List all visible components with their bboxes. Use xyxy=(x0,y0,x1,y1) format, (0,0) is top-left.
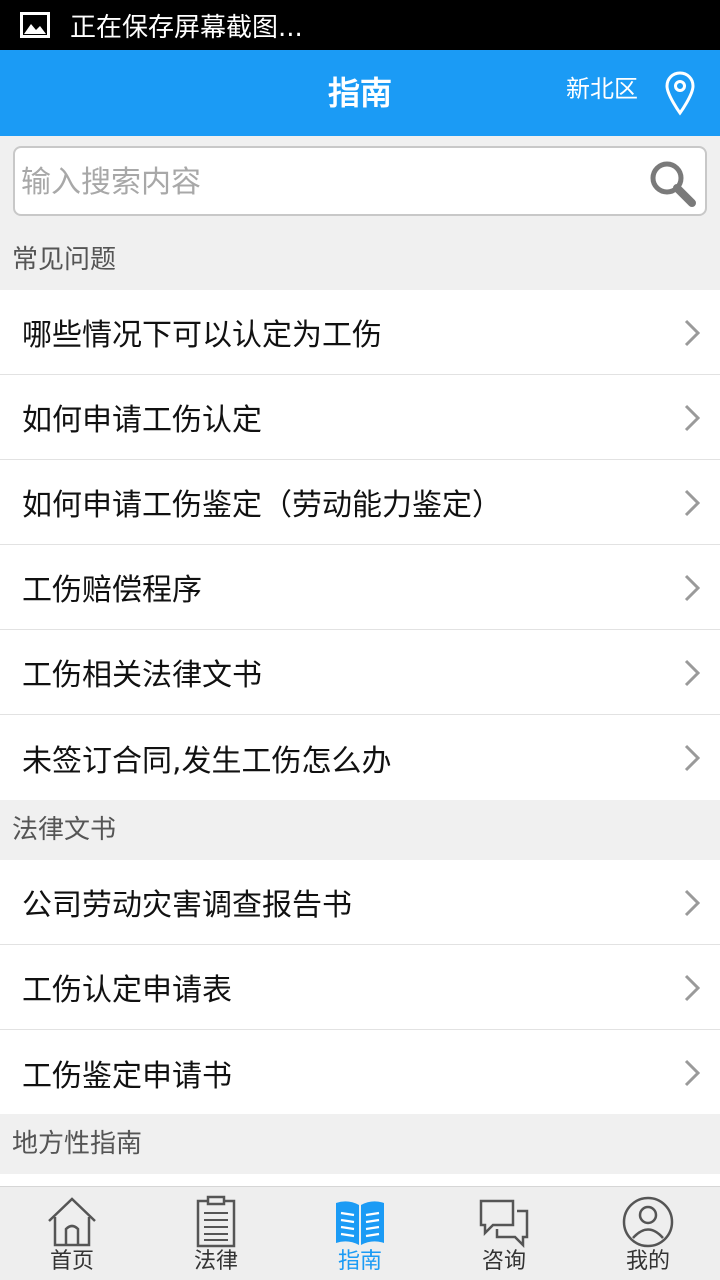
chevron-right-icon xyxy=(684,1059,700,1087)
chevron-right-icon xyxy=(684,744,700,772)
list-item[interactable]: 公司劳动灾害调查报告书 xyxy=(0,860,720,945)
chevron-right-icon xyxy=(684,574,700,602)
chevron-right-icon xyxy=(684,889,700,917)
chevron-right-icon xyxy=(684,974,700,1002)
bottom-tab-bar: 首页 法律 指南 咨询 我的 xyxy=(0,1186,720,1280)
status-bar: 正在保存屏幕截图... xyxy=(0,0,720,50)
book-icon xyxy=(336,1201,384,1245)
list-item-label: 如何申请工伤认定 xyxy=(22,403,262,438)
tab-consult[interactable]: 咨询 xyxy=(432,1187,576,1280)
list-item[interactable]: 工伤相关法律文书 xyxy=(0,630,720,715)
list-item-label: 如何申请工伤鉴定（劳动能力鉴定） xyxy=(22,488,502,523)
tab-law[interactable]: 法律 xyxy=(144,1187,288,1280)
chevron-right-icon xyxy=(684,319,700,347)
home-icon xyxy=(48,1197,96,1247)
list-item-label: 工伤相关法律文书 xyxy=(22,658,262,693)
legal-documents-list: 公司劳动灾害调查报告书 工伤认定申请表 工伤鉴定申请书 xyxy=(0,860,720,1115)
search-icon[interactable] xyxy=(647,158,697,208)
list-item[interactable]: 工伤认定申请表 xyxy=(0,945,720,1030)
list-item[interactable]: 工伤鉴定申请书 xyxy=(0,1030,720,1115)
tab-label: 咨询 xyxy=(481,1249,526,1274)
faq-list: 哪些情况下可以认定为工伤 如何申请工伤认定 如何申请工伤鉴定（劳动能力鉴定） 工… xyxy=(0,290,720,800)
list-edge xyxy=(0,1174,720,1186)
list-item[interactable]: 如何申请工伤鉴定（劳动能力鉴定） xyxy=(0,460,720,545)
tab-home[interactable]: 首页 xyxy=(0,1187,144,1280)
list-item-label: 哪些情况下可以认定为工伤 xyxy=(22,318,382,353)
chevron-right-icon xyxy=(684,489,700,517)
list-item-label: 工伤赔偿程序 xyxy=(22,573,202,608)
search-box xyxy=(13,146,707,216)
location-label[interactable]: 新北区 xyxy=(566,50,638,128)
list-item-label: 工伤鉴定申请书 xyxy=(22,1058,232,1094)
tab-label: 指南 xyxy=(337,1249,382,1274)
list-item-label: 公司劳动灾害调查报告书 xyxy=(22,888,352,923)
section-header-faq: 常见问题 xyxy=(0,230,720,290)
document-icon xyxy=(196,1195,236,1248)
list-item[interactable]: 如何申请工伤认定 xyxy=(0,375,720,460)
tab-me[interactable]: 我的 xyxy=(576,1187,720,1280)
chevron-right-icon xyxy=(684,404,700,432)
image-icon xyxy=(20,12,50,38)
chevron-right-icon xyxy=(684,659,700,687)
tab-label: 法律 xyxy=(193,1249,238,1274)
tab-label: 首页 xyxy=(49,1249,94,1274)
section-header-local-guides: 地方性指南 xyxy=(0,1114,720,1174)
list-item[interactable]: 未签订合同,发生工伤怎么办 xyxy=(0,715,720,800)
search-input[interactable] xyxy=(21,154,641,210)
chat-icon xyxy=(479,1199,529,1249)
status-text: 正在保存屏幕截图... xyxy=(70,12,303,43)
list-item[interactable]: 工伤赔偿程序 xyxy=(0,545,720,630)
user-icon xyxy=(622,1196,674,1248)
list-item-label: 未签订合同,发生工伤怎么办 xyxy=(22,743,392,779)
section-header-legal-documents: 法律文书 xyxy=(0,800,720,860)
app-header: 指南 新北区 xyxy=(0,50,720,136)
tab-label: 我的 xyxy=(625,1249,670,1274)
list-item-label: 工伤认定申请表 xyxy=(22,973,232,1008)
tab-guide[interactable]: 指南 xyxy=(288,1187,432,1280)
location-pin-icon[interactable] xyxy=(664,70,696,116)
list-item[interactable]: 哪些情况下可以认定为工伤 xyxy=(0,290,720,375)
